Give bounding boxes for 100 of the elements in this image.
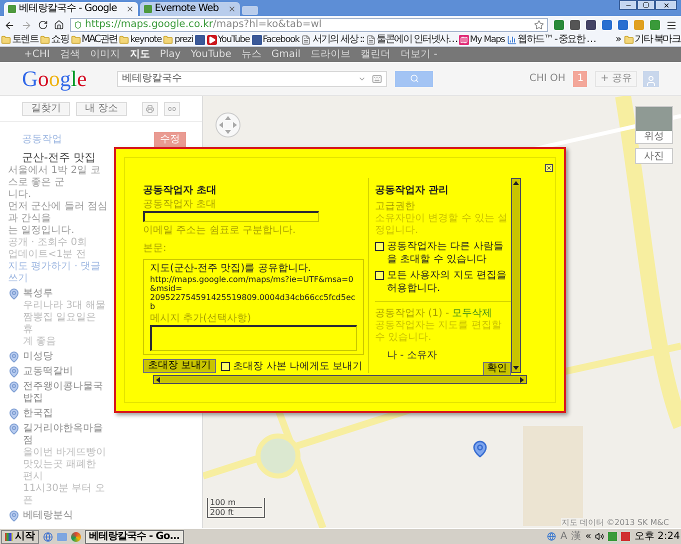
bookmark[interactable]: MAC관련 (70, 34, 118, 46)
nav-link[interactable]: 이미지 (90, 48, 120, 60)
map-marker-icon[interactable] (471, 440, 489, 458)
map-title: 군산-전주 맛집 (21, 151, 96, 165)
nav-link[interactable]: 캘린더 (360, 48, 391, 60)
ok-button[interactable]: 확인 (483, 362, 511, 376)
link-button[interactable] (164, 102, 180, 116)
forward-icon[interactable] (21, 20, 32, 30)
message-input-field[interactable] (150, 325, 357, 351)
map-pin-icon (8, 408, 20, 420)
send-invite-button[interactable]: 초대장 보내기 (143, 359, 216, 373)
taskbar-button[interactable]: 베테랑칼국수 - Go... (85, 530, 184, 544)
browser-tab[interactable]: Evernote Web (140, 2, 240, 16)
place-name[interactable]: 복성루 (23, 288, 108, 300)
sidebar-button[interactable]: 내 장소 (76, 102, 128, 116)
bookmark[interactable]: YouTube (206, 34, 250, 46)
nav-link[interactable]: +CHI (24, 48, 50, 60)
bookmark[interactable]: 툴콘에이 인터넷사… (366, 34, 457, 46)
page-icon (301, 35, 312, 45)
bookmark[interactable]: Facebook (252, 34, 300, 46)
folder-icon (70, 35, 81, 45)
browser-icon[interactable] (43, 532, 53, 542)
place-note: 올이번 바게뜨빵이 맛있는곳 패폐한 편시 (23, 447, 108, 483)
bookmark-overflow[interactable]: » (615, 34, 622, 46)
nav-link[interactable]: Gmail (271, 48, 301, 60)
folder-icon (624, 35, 634, 45)
map-icon (458, 35, 469, 45)
meta-text: 업데이트<1분 전 (8, 249, 87, 261)
place-name[interactable]: 교동떡갈비 (23, 366, 73, 378)
home-icon[interactable] (54, 20, 64, 30)
sidebar-button[interactable]: 길찾기 (22, 102, 70, 116)
bookmark[interactable]: My Maps (458, 34, 505, 46)
checkbox[interactable] (375, 271, 384, 280)
close-button[interactable] (655, 0, 677, 10)
place-name[interactable]: 한국집 (23, 408, 53, 420)
print-button[interactable] (142, 102, 158, 116)
share-button[interactable]: + 공유 (595, 70, 637, 86)
reload-icon[interactable] (38, 20, 48, 30)
menu-icon[interactable] (666, 20, 677, 30)
tray-expand-button[interactable]: « (585, 529, 592, 544)
remove-all-link[interactable]: 모두삭제 (452, 308, 492, 320)
bookmark[interactable]: 쇼핑 (40, 34, 69, 46)
link-icon[interactable] (168, 104, 176, 112)
dialog-heading: 공동작업자 관리 (375, 184, 450, 197)
start-button[interactable]: 시작 (1, 530, 39, 544)
square-logo-icon (252, 35, 262, 45)
email-input-field[interactable] (143, 211, 319, 222)
folder-icon (40, 35, 50, 45)
nav-link[interactable]: 지도 (130, 48, 150, 60)
vertical-scrollbar[interactable] (511, 178, 521, 373)
nav-link[interactable]: 검색 (60, 48, 80, 60)
checkbox[interactable] (221, 362, 230, 370)
ime-indicator[interactable]: A (560, 529, 568, 544)
ime-indicator[interactable]: 漢 (571, 529, 582, 544)
bookmark[interactable]: 웹하드™ - 중요한 … (506, 34, 596, 46)
bookmark[interactable] (194, 35, 205, 45)
place-name[interactable]: 베테랑분식 (23, 510, 73, 522)
bookmark[interactable]: prezi (163, 34, 193, 46)
chrome-launch-icon[interactable] (71, 532, 81, 542)
close-icon[interactable] (662, 2, 670, 8)
star-icon[interactable] (534, 20, 544, 30)
close-icon[interactable] (545, 164, 553, 172)
nav-link[interactable]: 뉴스 (241, 48, 262, 60)
back-icon[interactable] (4, 20, 15, 30)
body-text: 지도(군산-전주 맛집)를 공유합니다. (150, 263, 312, 275)
photo-view-button[interactable]: 사진 (635, 148, 673, 164)
checkbox-label: 모든 사용자의 지도 편집을 허용합니다. (387, 269, 508, 295)
horizontal-scrollbar[interactable] (153, 375, 527, 384)
minimize-button[interactable] (619, 0, 637, 10)
bookmark[interactable]: 기타 북마크 (624, 34, 680, 46)
edit-button[interactable]: 수정 (154, 132, 186, 147)
pan-control-icon[interactable] (215, 112, 241, 138)
map-pin-icon (8, 423, 20, 435)
maximize-icon[interactable] (643, 2, 649, 8)
search-field[interactable]: 베테랑칼국수 (117, 70, 387, 86)
browser-tab[interactable]: 베테랑칼국수 - Google (4, 2, 138, 16)
place-name[interactable]: 미성당 (23, 351, 53, 363)
nav-link[interactable]: YouTube (190, 48, 232, 60)
scale-bar: 100 m 200 ft (207, 498, 265, 518)
address-bar[interactable]: https://maps.google.co.kr/maps?hl=ko&tab=wl (70, 18, 548, 32)
field-label: 메시지 추가(선택사항) (150, 313, 252, 325)
maximize-button[interactable] (637, 0, 655, 10)
bar-chart-icon (506, 35, 517, 45)
nav-link[interactable]: 더보기 - (400, 48, 438, 60)
close-icon[interactable] (126, 5, 134, 13)
place-name[interactable]: 길거리야한옥마을점 (23, 423, 108, 447)
printer-icon[interactable] (146, 104, 154, 112)
checkbox[interactable] (375, 242, 384, 251)
volume-icon[interactable] (595, 532, 604, 541)
nav-link[interactable]: 드라이브 (310, 48, 351, 60)
hint-text: 이메일 주소는 쉼표로 구분합니다. (143, 225, 297, 237)
satellite-view-button[interactable]: 위성 (635, 106, 673, 144)
windows-logo-icon (5, 532, 13, 540)
lock-icon (74, 21, 82, 29)
bookmark[interactable]: 서기의 세상 :: (301, 34, 364, 46)
bookmark[interactable]: keynote (119, 34, 162, 46)
keyboard-icon[interactable] (372, 74, 382, 84)
bookmark[interactable]: 토렌트 (1, 34, 38, 46)
nav-link[interactable]: Play (160, 48, 181, 60)
place-name[interactable]: 전주왱이콩나물국밥집 (23, 381, 108, 405)
